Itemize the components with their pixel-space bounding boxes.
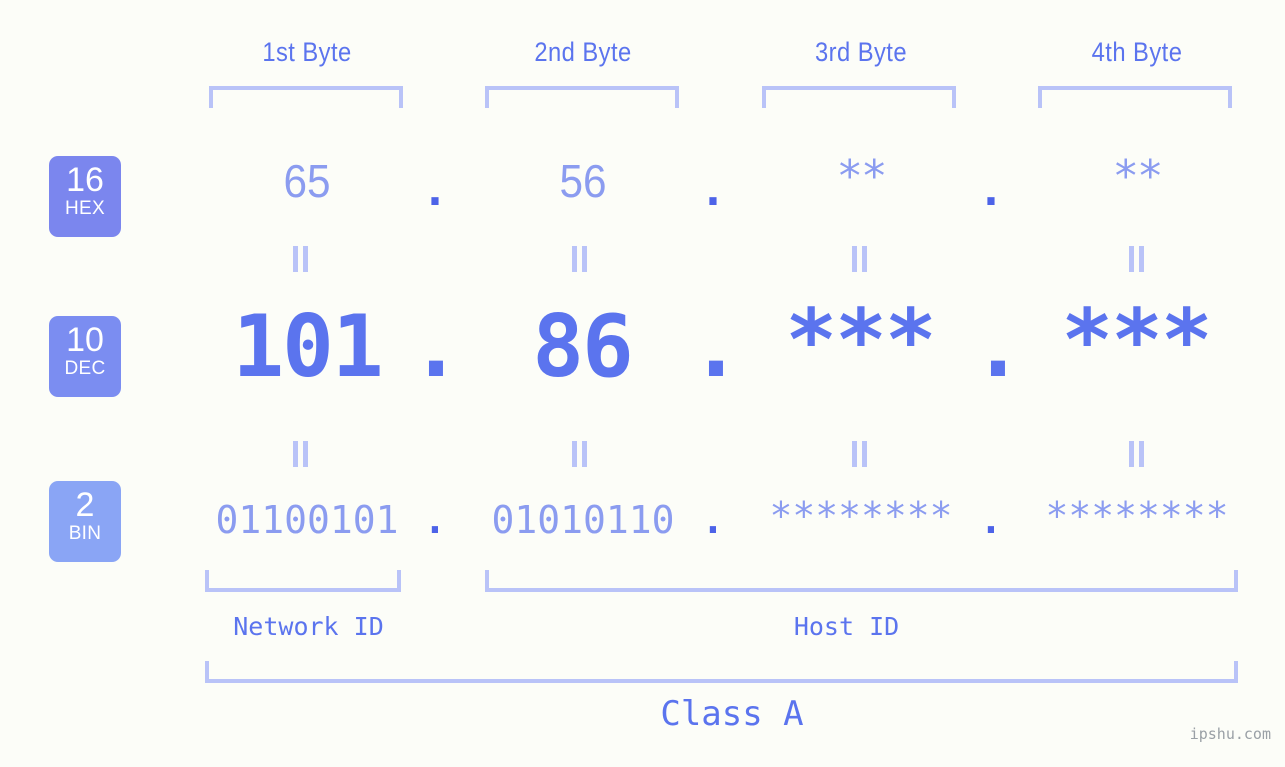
byte-header-2: 2nd Byte — [534, 37, 632, 67]
byte-bracket-2 — [485, 86, 679, 108]
dec-separator-2: . — [690, 297, 742, 397]
hex-separator-1: . — [421, 165, 449, 216]
host-id-label: Host ID — [793, 612, 900, 641]
equals-mark-dec-bin-3 — [851, 441, 869, 467]
equals-mark-dec-bin-2 — [571, 441, 589, 467]
bin-byte-2: 01010110 — [491, 498, 675, 542]
ip-address-breakdown-diagram: 1st Byte 2nd Byte 3rd Byte 4th Byte 16 H… — [0, 0, 1285, 767]
equals-mark-dec-bin-4 — [1128, 441, 1146, 467]
hex-byte-2: 56 — [559, 155, 607, 207]
network-id-label: Network ID — [233, 612, 384, 641]
byte-header-3: 3rd Byte — [814, 37, 908, 67]
dec-byte-1: 101 — [232, 297, 383, 397]
class-label: Class A — [660, 694, 804, 734]
base-badge-bin-name: BIN — [68, 523, 102, 544]
network-id-bracket — [205, 570, 401, 592]
dec-byte-2: 86 — [532, 297, 634, 397]
byte-bracket-3 — [762, 86, 956, 108]
base-badge-dec-name: DEC — [64, 358, 106, 379]
base-badge-hex-number: 16 — [66, 161, 104, 199]
host-id-bracket — [485, 570, 1238, 592]
base-badge-hex-name: HEX — [65, 198, 105, 219]
equals-mark-hex-dec-4 — [1128, 246, 1146, 272]
byte-bracket-4 — [1038, 86, 1232, 108]
base-badge-hex: 16 HEX — [49, 156, 121, 237]
base-badge-bin: 2 BIN — [49, 481, 121, 562]
byte-header-1: 1st Byte — [262, 37, 352, 67]
base-badge-dec: 10 DEC — [49, 316, 121, 397]
byte-bracket-1 — [209, 86, 403, 108]
byte-header-4: 4th Byte — [1091, 37, 1183, 67]
equals-mark-hex-dec-1 — [292, 246, 310, 272]
bin-byte-1: 01100101 — [215, 498, 399, 542]
hex-byte-4: ** — [1112, 151, 1164, 202]
equals-mark-dec-bin-1 — [292, 441, 310, 467]
base-badge-bin-number: 2 — [75, 486, 95, 524]
bin-separator-2: . — [701, 498, 725, 542]
bin-separator-3: . — [979, 498, 1003, 542]
bin-byte-3: ******** — [769, 494, 953, 538]
bin-separator-1: . — [423, 498, 447, 542]
dec-byte-4: *** — [1061, 291, 1212, 391]
dec-separator-1: . — [410, 297, 462, 397]
hex-separator-2: . — [699, 165, 727, 216]
bin-byte-4: ******** — [1045, 494, 1229, 538]
hex-byte-1: 65 — [283, 155, 331, 207]
equals-mark-hex-dec-3 — [851, 246, 869, 272]
site-watermark: ipshu.com — [1189, 725, 1271, 743]
equals-mark-hex-dec-2 — [571, 246, 589, 272]
dec-byte-3: *** — [785, 291, 936, 391]
class-bracket — [205, 661, 1238, 683]
hex-separator-3: . — [977, 165, 1005, 216]
base-badge-dec-number: 10 — [66, 321, 104, 359]
hex-byte-3: ** — [836, 151, 888, 202]
